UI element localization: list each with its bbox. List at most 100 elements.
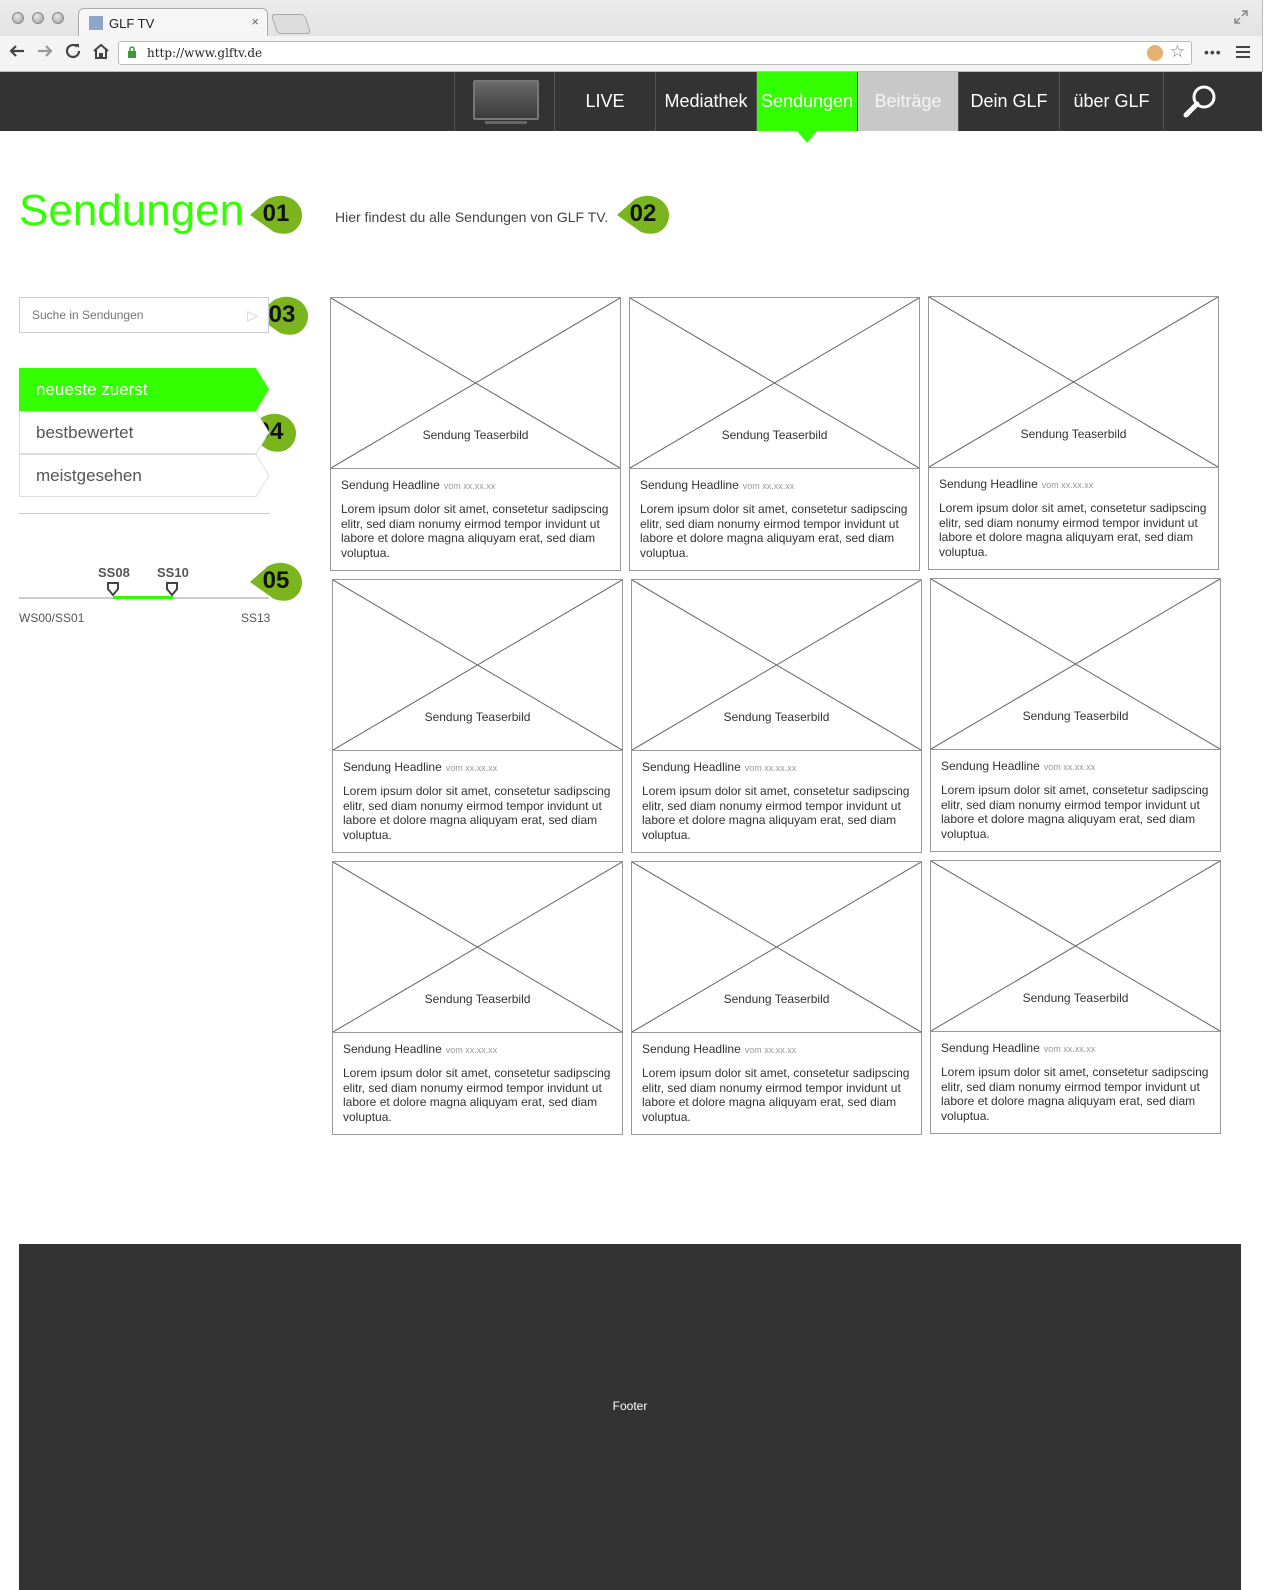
lock-icon (128, 46, 136, 58)
slider-handle-left-label: SS08 (98, 565, 130, 580)
nav-item-dein-glf[interactable]: Dein GLF (959, 72, 1060, 131)
teaser-image[interactable]: Sendung Teaserbild (333, 580, 622, 751)
teaser-image[interactable]: Sendung Teaserbild (331, 298, 620, 469)
card-text: Lorem ipsum dolor sit amet, consetetur s… (343, 1066, 611, 1124)
sendung-card[interactable]: Sendung Teaserbild Sendung Headline vom xx… (631, 861, 922, 1135)
url-text: http://www.glftv.de (147, 46, 263, 60)
card-date: vom xx.xx.xx (445, 1045, 498, 1055)
more-dots-icon[interactable]: ••• (1204, 44, 1222, 60)
sort-option-label: neueste zuerst (36, 380, 148, 399)
search-box: ▷ (19, 297, 269, 333)
sort-option-label: bestbewertet (36, 423, 134, 442)
teaser-image-label: Sendung Teaserbild (1020, 427, 1127, 441)
window-minimize-dot[interactable] (32, 12, 44, 24)
sort-option-best-rated[interactable]: bestbewertet (19, 411, 270, 454)
card-headline-text: Sendung Headline (941, 759, 1040, 773)
tab-close-icon[interactable]: × (251, 14, 259, 29)
teaser-image[interactable]: Sendung Teaserbild (931, 579, 1220, 750)
marker-label: 05 (262, 567, 290, 594)
search-icon[interactable] (1164, 72, 1240, 131)
card-headline[interactable]: Sendung Headline vom xx.xx.xx (941, 759, 1095, 773)
card-headline[interactable]: Sendung Headline vom xx.xx.xx (941, 1041, 1095, 1055)
star-icon[interactable]: ☆ (1170, 42, 1185, 62)
slider-handle-right[interactable] (166, 582, 178, 597)
sendung-card[interactable]: Sendung Teaserbild Sendung Headline vom xx… (629, 297, 920, 571)
card-headline-text: Sendung Headline (941, 1041, 1040, 1055)
sendung-card[interactable]: Sendung Teaserbild Sendung Headline vom xx… (930, 860, 1221, 1134)
sendung-card[interactable]: Sendung Teaserbild Sendung Headline vom xx… (930, 578, 1221, 852)
card-headline[interactable]: Sendung Headline vom xx.xx.xx (343, 1042, 497, 1056)
teaser-image[interactable]: Sendung Teaserbild (929, 297, 1218, 468)
browser-chrome: GLF TV × http://www.glftv.de ☆ ••• (0, 0, 1263, 72)
slider-handle-right-label: SS10 (157, 565, 189, 580)
extension-icon[interactable] (1147, 45, 1163, 61)
card-text: Lorem ipsum dolor sit amet, consetetur s… (640, 502, 908, 560)
card-date: vom xx.xx.xx (443, 481, 496, 491)
sendung-card[interactable]: Sendung Teaserbild Sendung Headline vom xx… (928, 296, 1219, 570)
marker-label: 02 (629, 200, 657, 227)
card-text: Lorem ipsum dolor sit amet, consetetur s… (941, 783, 1209, 841)
search-submit-icon[interactable]: ▷ (247, 307, 258, 324)
slider-max-label: SS13 (241, 611, 271, 625)
card-headline[interactable]: Sendung Headline vom xx.xx.xx (640, 478, 794, 492)
annotation-marker-02: 02 (617, 194, 669, 236)
reload-icon[interactable] (62, 42, 84, 64)
logo[interactable] (454, 72, 555, 131)
nav-item-ueber-glf[interactable]: über GLF (1060, 72, 1164, 131)
active-nav-indicator (797, 131, 817, 143)
card-headline[interactable]: Sendung Headline vom xx.xx.xx (642, 1042, 796, 1056)
teaser-image-label: Sendung Teaserbild (422, 428, 529, 442)
sort-option-label: meistgesehen (36, 466, 142, 485)
nav-item-live[interactable]: LIVE (555, 72, 656, 131)
sort-option-most-viewed[interactable]: meistgesehen (19, 454, 270, 497)
teaser-image-label: Sendung Teaserbild (721, 428, 828, 442)
card-headline-text: Sendung Headline (640, 478, 739, 492)
tab-title: GLF TV (109, 16, 155, 31)
fullscreen-icon[interactable] (1234, 10, 1248, 24)
card-date: vom xx.xx.xx (1041, 480, 1094, 490)
url-bar[interactable]: http://www.glftv.de ☆ (118, 41, 1192, 65)
card-headline-text: Sendung Headline (343, 760, 442, 774)
teaser-image-label: Sendung Teaserbild (1022, 709, 1129, 723)
card-headline[interactable]: Sendung Headline vom xx.xx.xx (642, 760, 796, 774)
nav-item-mediathek[interactable]: Mediathek (656, 72, 757, 131)
forward-arrow-icon[interactable] (34, 42, 56, 64)
card-headline-text: Sendung Headline (642, 1042, 741, 1056)
window-zoom-dot[interactable] (52, 12, 64, 24)
card-date: vom xx.xx.xx (1043, 762, 1096, 772)
back-arrow-icon[interactable] (6, 42, 28, 64)
site-header: LIVE Mediathek Sendungen Beiträge Dein G… (0, 72, 1262, 131)
home-icon[interactable] (90, 42, 112, 64)
nav-item-beitraege[interactable]: Beiträge (858, 72, 959, 131)
sendung-card[interactable]: Sendung Teaserbild Sendung Headline vom xx… (631, 579, 922, 853)
card-headline[interactable]: Sendung Headline vom xx.xx.xx (939, 477, 1093, 491)
teaser-image-label: Sendung Teaserbild (723, 710, 830, 724)
teaser-image[interactable]: Sendung Teaserbild (333, 862, 622, 1033)
teaser-image-label: Sendung Teaserbild (1022, 991, 1129, 1005)
teaser-image[interactable]: Sendung Teaserbild (931, 861, 1220, 1032)
card-headline[interactable]: Sendung Headline vom xx.xx.xx (343, 760, 497, 774)
menu-icon[interactable] (1236, 46, 1250, 61)
slider-handle-left[interactable] (107, 582, 119, 597)
card-headline[interactable]: Sendung Headline vom xx.xx.xx (341, 478, 495, 492)
sendung-card[interactable]: Sendung Teaserbild Sendung Headline vom xx… (332, 579, 623, 853)
sendung-card[interactable]: Sendung Teaserbild Sendung Headline vom xx… (330, 297, 621, 571)
page-description: Hier findest du alle Sendungen von GLF T… (335, 209, 609, 225)
window-close-dot[interactable] (12, 12, 24, 24)
sort-option-newest[interactable]: neueste zuerst (19, 368, 269, 411)
browser-tab[interactable]: GLF TV × (78, 8, 268, 36)
nav-item-sendungen[interactable]: Sendungen (757, 72, 858, 131)
favicon-icon (89, 16, 103, 30)
sidebar-divider (19, 513, 270, 514)
teaser-image[interactable]: Sendung Teaserbild (632, 580, 921, 751)
card-headline-text: Sendung Headline (343, 1042, 442, 1056)
new-tab-button[interactable] (270, 14, 312, 34)
teaser-image[interactable]: Sendung Teaserbild (632, 862, 921, 1033)
search-input[interactable] (32, 308, 232, 322)
card-headline-text: Sendung Headline (341, 478, 440, 492)
sendung-card[interactable]: Sendung Teaserbild Sendung Headline vom xx… (332, 861, 623, 1135)
teaser-image[interactable]: Sendung Teaserbild (630, 298, 919, 469)
browser-toolbar: http://www.glftv.de ☆ ••• (0, 36, 1262, 72)
teaser-image-label: Sendung Teaserbild (424, 710, 531, 724)
card-headline-text: Sendung Headline (642, 760, 741, 774)
